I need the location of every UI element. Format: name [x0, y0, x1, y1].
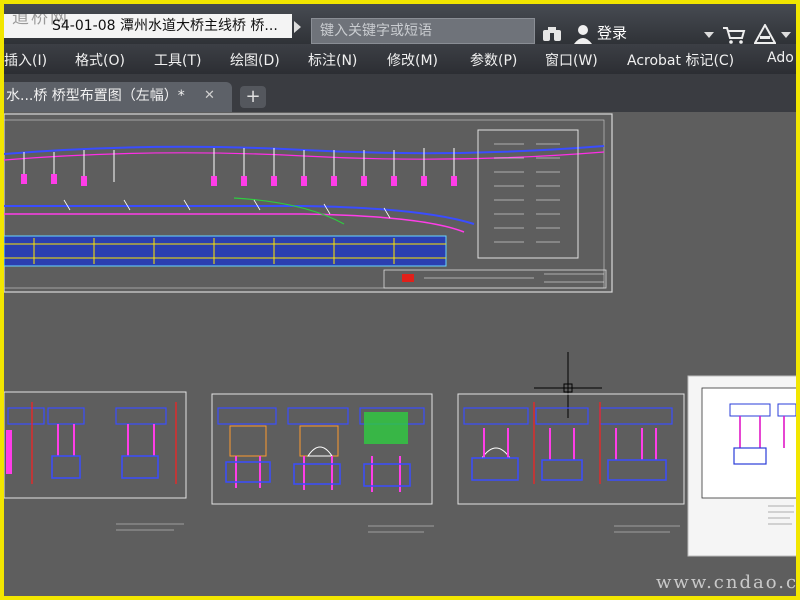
- menu-draw[interactable]: 绘图(D): [230, 50, 280, 70]
- title-expand-arrow-icon[interactable]: [294, 21, 301, 33]
- sheet-pier-detail-3: [457, 393, 685, 505]
- layout-paper-preview[interactable]: [687, 375, 796, 557]
- cad-drawing: [4, 113, 796, 557]
- document-tab-bar: 水...桥 桥型布置图（左幅）* ✕ +: [4, 74, 796, 112]
- dropdown-arrow-icon[interactable]: [781, 32, 791, 38]
- sheet-pier-detail-1: [4, 391, 187, 499]
- dropdown-arrow-icon[interactable]: [704, 32, 714, 38]
- binoculars-icon[interactable]: [542, 26, 562, 42]
- title-bar: 道桥网 S4-01-08 潭州水道大桥主线桥 桥... 登录: [4, 4, 796, 44]
- triangle-warning-icon[interactable]: [754, 24, 776, 44]
- menu-tools[interactable]: 工具(T): [154, 50, 201, 70]
- menu-format[interactable]: 格式(O): [75, 50, 125, 70]
- login-link[interactable]: 登录: [597, 22, 627, 43]
- document-title: S4-01-08 潭州水道大桥主线桥 桥...: [52, 18, 278, 34]
- tab-close-icon[interactable]: ✕: [204, 82, 215, 110]
- menu-modify[interactable]: 修改(M): [387, 50, 438, 70]
- drawing-canvas[interactable]: www.cndao.com: [4, 112, 796, 596]
- menu-parameter[interactable]: 参数(P): [470, 50, 517, 70]
- menu-acrobat-markup[interactable]: Acrobat 标记(C): [627, 50, 734, 70]
- menu-bar: 插入(I) 格式(O) 工具(T) 绘图(D) 标注(N) 修改(M) 参数(P…: [4, 44, 796, 74]
- search-box[interactable]: [311, 18, 535, 44]
- menu-dimension[interactable]: 标注(N): [308, 50, 357, 70]
- sheet-bridge-layout: [4, 113, 613, 293]
- menu-adobe[interactable]: Ado: [767, 50, 794, 66]
- sheet-pier-detail-2: [211, 393, 433, 505]
- new-tab-button[interactable]: +: [240, 86, 266, 108]
- tab-active-drawing[interactable]: 水...桥 桥型布置图（左幅）* ✕: [4, 82, 232, 112]
- search-input[interactable]: [312, 19, 534, 43]
- menu-window[interactable]: 窗口(W): [545, 50, 598, 70]
- menu-insert[interactable]: 插入(I): [4, 50, 47, 70]
- site-watermark: www.cndao.com: [656, 572, 796, 593]
- user-icon[interactable]: [573, 24, 593, 44]
- title-area: 道桥网 S4-01-08 潭州水道大桥主线桥 桥...: [4, 14, 292, 38]
- tab-label: 水...桥 桥型布置图（左幅）*: [6, 88, 185, 104]
- autocad-window: 道桥网 S4-01-08 潭州水道大桥主线桥 桥... 登录: [4, 4, 796, 596]
- cart-icon[interactable]: [722, 26, 746, 44]
